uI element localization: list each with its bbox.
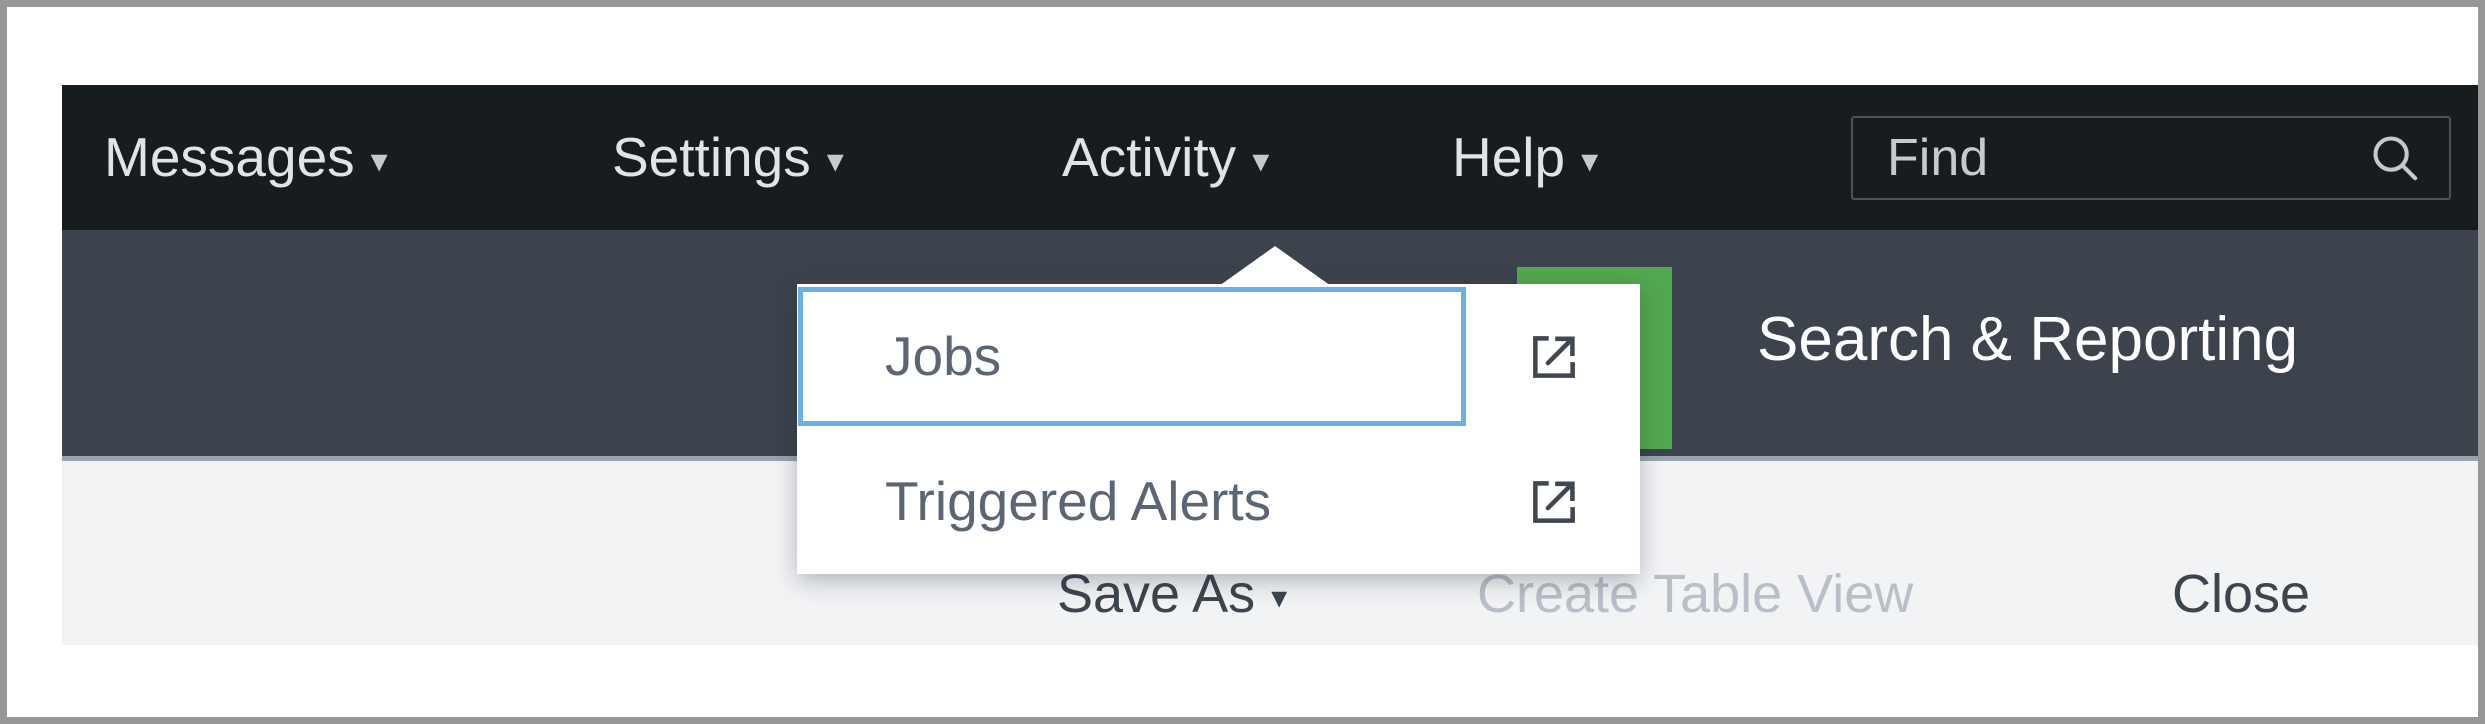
- find-input[interactable]: Find: [1887, 132, 1988, 184]
- screenshot-frame: Messages ▾ Settings ▾ Activity ▾ Help ▾ …: [0, 0, 2485, 724]
- nav-item-activity-label: Activity: [1062, 126, 1237, 188]
- app-title[interactable]: Search & Reporting: [1757, 309, 2298, 371]
- save-as-button[interactable]: Save As ▾: [1057, 567, 1287, 621]
- chevron-down-icon: ▾: [1271, 579, 1288, 615]
- create-table-view-label: Create Table View: [1477, 564, 1914, 624]
- external-link-icon[interactable]: [1528, 331, 1580, 383]
- external-link-icon[interactable]: [1528, 476, 1580, 528]
- menu-item-jobs-label: Jobs: [885, 325, 1002, 387]
- nav-item-messages-label: Messages: [104, 126, 355, 188]
- save-as-label: Save As: [1057, 564, 1256, 624]
- nav-item-settings[interactable]: Settings ▾: [612, 130, 844, 185]
- chevron-down-icon: ▾: [826, 142, 844, 180]
- global-nav-bar: Messages ▾ Settings ▾ Activity ▾ Help ▾ …: [62, 85, 2478, 230]
- nav-item-help-label: Help: [1452, 126, 1566, 188]
- menu-item-jobs[interactable]: Jobs: [797, 284, 1640, 429]
- dropdown-pointer-caret: [1219, 246, 1331, 286]
- search-icon[interactable]: [2369, 132, 2421, 184]
- chevron-down-icon: ▾: [1252, 142, 1270, 180]
- menu-item-triggered-alerts[interactable]: Triggered Alerts: [797, 429, 1640, 574]
- nav-item-help[interactable]: Help ▾: [1452, 130, 1598, 185]
- create-table-view-button[interactable]: Create Table View: [1477, 567, 1913, 621]
- chevron-down-icon: ▾: [370, 142, 388, 180]
- nav-item-settings-label: Settings: [612, 126, 811, 188]
- chevron-down-icon: ▾: [1581, 142, 1599, 180]
- nav-item-activity[interactable]: Activity ▾: [1062, 130, 1269, 185]
- app-window: Messages ▾ Settings ▾ Activity ▾ Help ▾ …: [62, 85, 2478, 645]
- close-button[interactable]: Close: [2172, 567, 2310, 621]
- page-canvas: Messages ▾ Settings ▾ Activity ▾ Help ▾ …: [7, 7, 2478, 717]
- menu-item-triggered-alerts-label: Triggered Alerts: [885, 470, 1272, 532]
- nav-item-messages[interactable]: Messages ▾: [104, 130, 388, 185]
- find-search-box[interactable]: Find: [1851, 116, 2451, 200]
- close-label: Close: [2172, 564, 2311, 624]
- activity-dropdown-menu: Jobs Triggered Alerts: [797, 284, 1640, 574]
